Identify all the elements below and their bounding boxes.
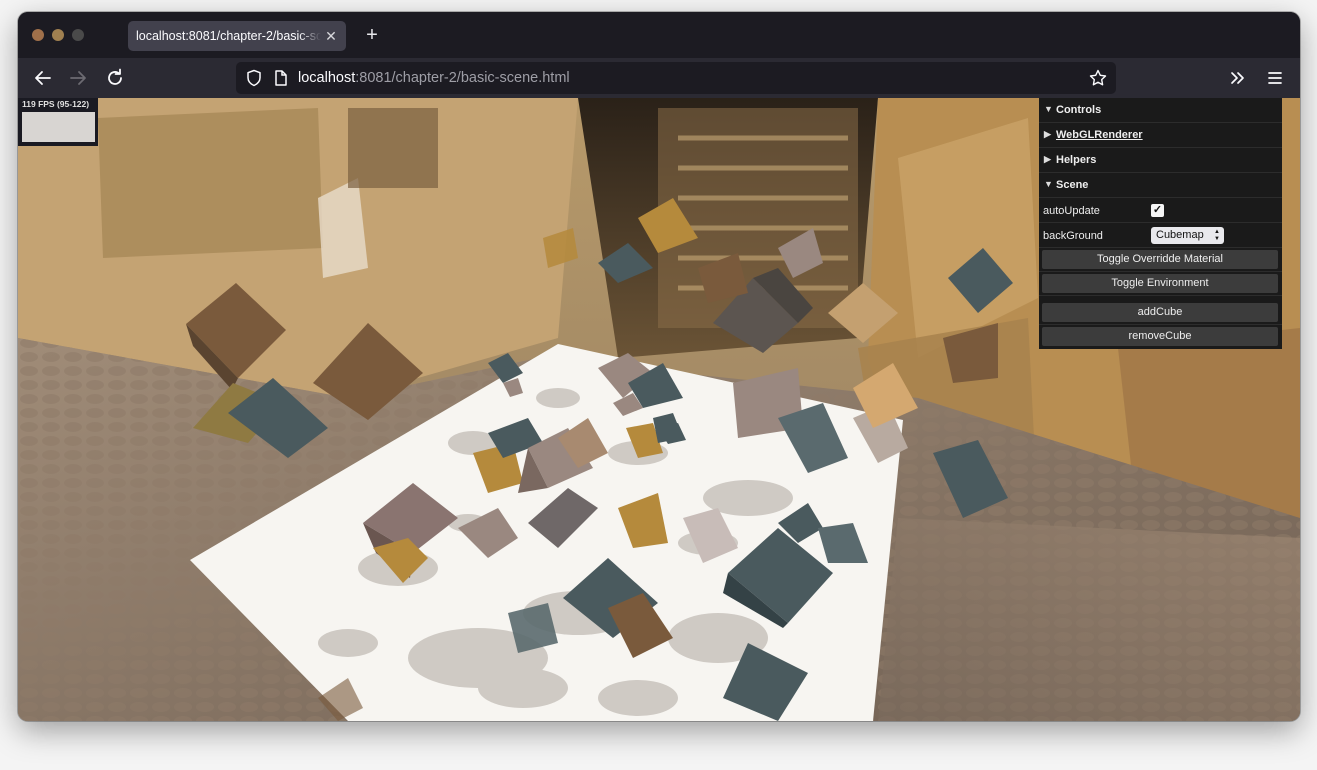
background-select[interactable]: Cubemap ▲ ▼ <box>1151 227 1224 244</box>
fps-graph <box>22 112 95 142</box>
folder-helpers[interactable]: ▶ Helpers <box>1039 148 1282 173</box>
gui-button-row: Toggle Environment <box>1039 272 1282 296</box>
forward-arrow-icon[interactable] <box>66 66 90 90</box>
hamburger-menu-icon[interactable] <box>1263 66 1287 90</box>
back-arrow-icon[interactable] <box>31 66 55 90</box>
dat-gui-panel: ▼ Controls ▶ WebGLRenderer ▶ Helpers ▼ S… <box>1039 98 1282 349</box>
new-tab-button[interactable]: + <box>361 24 383 46</box>
window-maximize-button[interactable] <box>72 29 84 41</box>
folder-scene[interactable]: ▼ Scene <box>1039 173 1282 198</box>
property-background: backGround Cubemap ▲ ▼ <box>1039 223 1282 248</box>
active-tab[interactable]: localhost:8081/chapter-2/basic-scene.htm… <box>128 21 346 51</box>
fps-readout: 119 FPS (95-122) <box>22 99 90 109</box>
add-cube-button[interactable]: addCube <box>1042 303 1278 322</box>
window-close-button[interactable] <box>32 29 44 41</box>
toggle-override-material-button[interactable]: Toggle Overridde Material <box>1042 250 1278 269</box>
overflow-chevrons-icon[interactable] <box>1226 66 1250 90</box>
url-text[interactable]: localhost:8081/chapter-2/basic-scene.htm… <box>298 70 570 86</box>
webgl-canvas[interactable]: 119 FPS (95-122) ▼ Controls ▶ WebGLRende… <box>18 98 1300 721</box>
gui-button-row: removeCube <box>1039 325 1282 349</box>
chevron-right-icon: ▶ <box>1044 129 1051 139</box>
browser-window: localhost:8081/chapter-2/basic-scene.htm… <box>18 12 1300 721</box>
tab-title: localhost:8081/chapter-2/basic-scene.htm… <box>136 29 321 43</box>
fps-stats-panel[interactable]: 119 FPS (95-122) <box>18 98 98 146</box>
chevron-right-icon: ▶ <box>1044 154 1051 164</box>
shield-icon[interactable] <box>244 68 264 88</box>
tab-close-icon[interactable]: ✕ <box>322 27 340 45</box>
select-arrows-icon: ▲ ▼ <box>1214 229 1220 242</box>
toggle-environment-button[interactable]: Toggle Environment <box>1042 274 1278 293</box>
tab-strip: localhost:8081/chapter-2/basic-scene.htm… <box>18 12 1300 58</box>
folder-controls[interactable]: ▼ Controls <box>1039 98 1282 123</box>
chevron-down-icon: ▼ <box>1044 104 1053 114</box>
bookmark-star-icon[interactable] <box>1088 68 1108 88</box>
page-icon <box>272 69 290 87</box>
chevron-down-icon: ▼ <box>1044 179 1053 189</box>
property-autoupdate: autoUpdate ✓ <box>1039 198 1282 223</box>
address-bar[interactable]: localhost:8081/chapter-2/basic-scene.htm… <box>236 62 1116 94</box>
window-minimize-button[interactable] <box>52 29 64 41</box>
folder-webglrenderer[interactable]: ▶ WebGLRenderer <box>1039 123 1282 148</box>
autoupdate-checkbox[interactable]: ✓ <box>1151 204 1164 217</box>
remove-cube-button[interactable]: removeCube <box>1042 327 1278 346</box>
reload-icon[interactable] <box>103 66 127 90</box>
navigation-toolbar: localhost:8081/chapter-2/basic-scene.htm… <box>18 58 1300 98</box>
gui-button-row: addCube <box>1039 301 1282 325</box>
gui-button-row: Toggle Overridde Material <box>1039 248 1282 272</box>
